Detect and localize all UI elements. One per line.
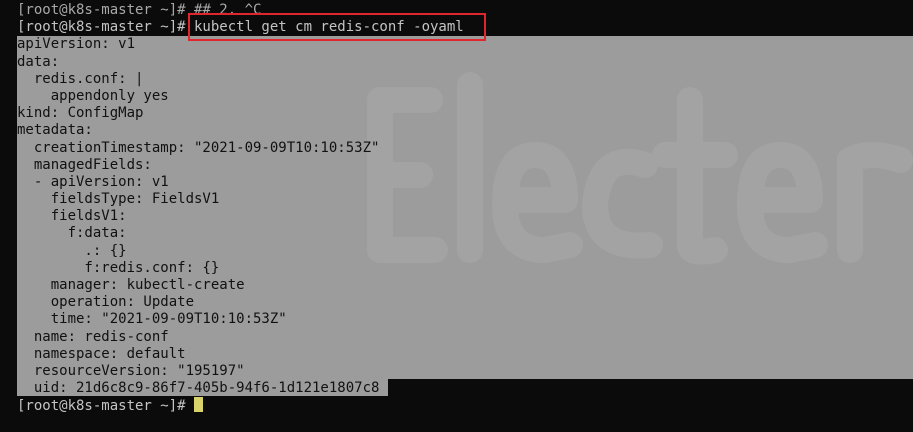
terminal-window[interactable]: [root@k8s-master ~]# ## 2. ^C [root@k8s-m… (0, 0, 913, 432)
terminal-line: name: redis-conf (17, 328, 169, 345)
terminal-line: creationTimestamp: "2021-09-09T10:10:53Z… (17, 139, 380, 156)
terminal-output: [root@k8s-master ~]# ## 2. ^C [root@k8s-m… (17, 2, 464, 415)
terminal-line: [root@k8s-master ~]# (17, 397, 464, 414)
terminal-line: appendonly yes (17, 87, 169, 104)
terminal-line: fieldsType: FieldsV1 (17, 191, 220, 208)
terminal-line: redis.conf: | (17, 70, 144, 87)
terminal-line: f:redis.conf: {} (17, 259, 220, 276)
terminal-line: - apiVersion: v1 (17, 173, 169, 190)
terminal-line: manager: kubectl-create (17, 277, 245, 293)
cursor-block (194, 397, 204, 413)
terminal-line: metadata: (17, 122, 93, 139)
terminal-line: operation: Update (17, 294, 195, 311)
terminal-line: managedFields: (17, 156, 152, 173)
terminal-line: resourceVersion: "195197" (17, 362, 245, 379)
terminal-line: time: "2021-09-09T10:10:53Z" (17, 311, 287, 328)
terminal-line: kind: ConfigMap (17, 105, 144, 122)
command-highlight-box (188, 13, 486, 41)
terminal-line: fieldsV1: (17, 208, 127, 225)
terminal-line: namespace: default (17, 345, 186, 362)
terminal-line: uid: 21d6c8c9-86f7-405b-94f6-1d121e1807c… (17, 380, 380, 397)
terminal-line: f:data: (17, 225, 127, 242)
terminal-line: data: (17, 53, 60, 70)
selection-edge (388, 379, 913, 396)
terminal-line: .: {} (17, 242, 127, 259)
